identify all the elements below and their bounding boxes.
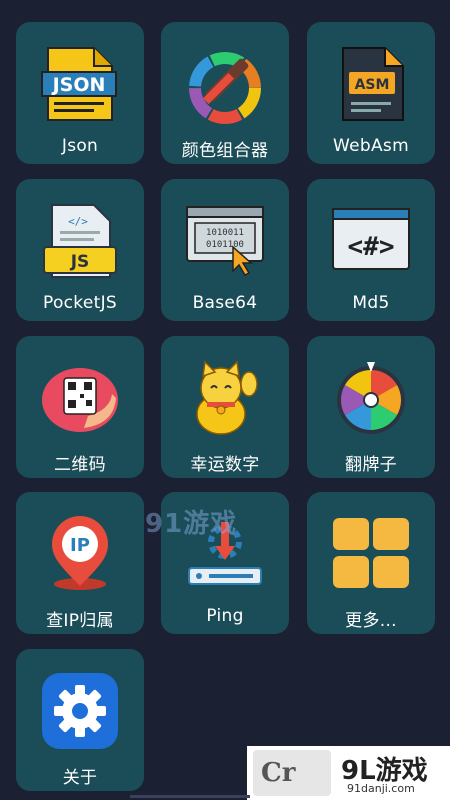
app-tile-more[interactable]: 更多... [307,492,435,634]
app-tile-webasm[interactable]: ASM WebAsm [307,22,435,164]
app-tile-base64[interactable]: 1010011 0101100 Base64 [161,179,289,321]
app-label: Json [61,136,99,156]
settings-gear-icon [42,673,118,749]
app-label: PocketJS [43,293,117,313]
app-label: Base64 [192,293,258,313]
watermark-url: 91danji.com [347,782,415,795]
prize-wheel-icon [337,362,405,434]
app-tile-md5[interactable]: <#> Md5 [307,179,435,321]
app-label: 翻牌子 [345,455,397,475]
app-label: 颜色组合器 [181,141,269,161]
svg-text:0101100: 0101100 [206,240,244,250]
app-tile-ip-lookup[interactable]: IP 查IP归属 [16,492,144,634]
bottom-divider [130,795,250,798]
app-label: 关于 [62,768,98,788]
app-label: 幸运数字 [190,455,260,475]
qr-code-hand-icon [42,368,118,432]
ping-server-icon [188,522,262,585]
more-grid-icon [333,518,409,588]
app-label: 更多... [345,611,397,631]
binary-window-icon: 1010011 0101100 [186,206,264,276]
lucky-cat-icon [196,360,258,435]
json-file-icon: JSON [41,47,117,121]
js-file-icon: </> JS [43,204,117,278]
color-picker-icon [189,52,261,124]
watermark-corner: Cr 9L游戏 91danji.com [247,746,450,800]
svg-text:ASM: ASM [355,77,390,93]
app-tile-lucky-number[interactable]: 幸运数字 [161,336,289,478]
app-label: 二维码 [54,455,106,475]
app-tile-ping[interactable]: Ping [161,492,289,634]
hash-code-window-icon: <#> [332,208,410,270]
svg-text:</>: </> [68,215,88,228]
app-tile-flip-card[interactable]: 翻牌子 [307,336,435,478]
app-label: Md5 [352,293,390,313]
app-label: 查IP归属 [46,611,114,631]
svg-text:<#>: <#> [348,232,395,262]
app-tile-pocketjs[interactable]: </> JS PocketJS [16,179,144,321]
asm-file-icon: ASM [342,47,404,121]
svg-text:1010011: 1010011 [206,228,244,238]
app-tile-json[interactable]: JSON Json [16,22,144,164]
app-tile-qrcode[interactable]: 二维码 [16,336,144,478]
app-tile-about[interactable]: 关于 [16,649,144,791]
watermark-brand: 9L游戏 [341,756,428,786]
svg-text:IP: IP [70,535,90,556]
svg-text:JSON: JSON [51,74,106,96]
app-tile-color-combiner[interactable]: 颜色组合器 [161,22,289,164]
app-label: WebAsm [333,136,409,156]
svg-text:JS: JS [70,252,90,272]
app-label: Ping [206,606,244,626]
ip-location-pin-icon: IP [52,516,108,590]
watermark-logo: Cr [253,750,331,796]
